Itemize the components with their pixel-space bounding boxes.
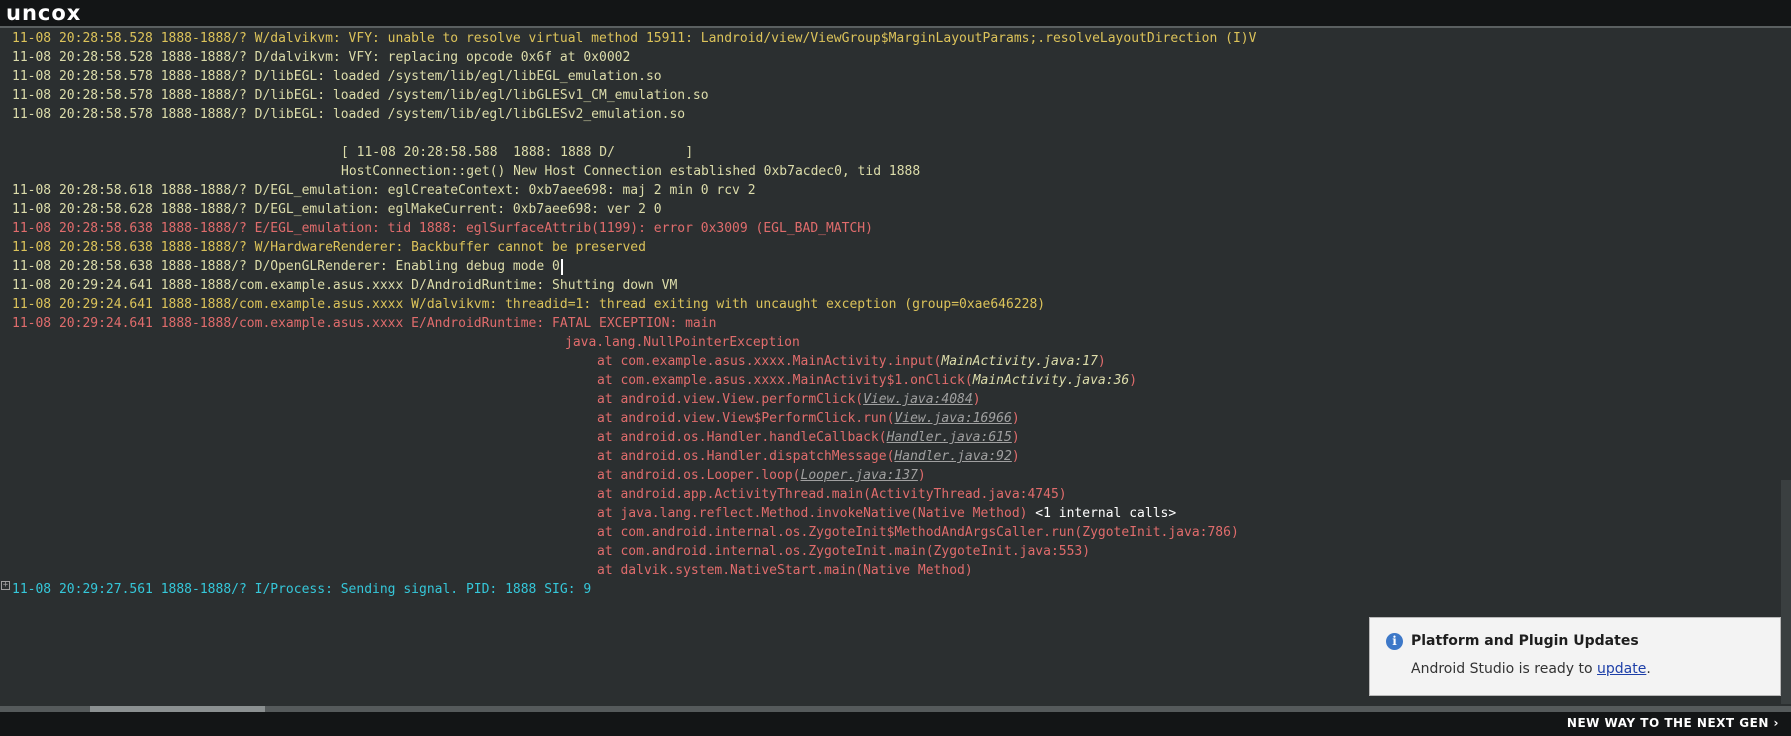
notification-body: Android Studio is ready to update.: [1411, 661, 1651, 677]
log-line: 11-08 20:29:27.561 1888-1888/? I/Process…: [12, 582, 592, 597]
source-link[interactable]: View.java:4084: [863, 392, 973, 407]
source-link[interactable]: Handler.java:92: [894, 449, 1011, 464]
vertical-scrollbar[interactable]: [1781, 480, 1791, 704]
update-link[interactable]: update: [1597, 661, 1646, 677]
internal-calls-fold[interactable]: <1 internal calls>: [1027, 506, 1176, 521]
source-link[interactable]: MainActivity.java:17: [941, 354, 1098, 369]
text-cursor: [560, 258, 563, 275]
log-line: 11-08 20:28:58.578 1888-1888/? D/libEGL:…: [12, 107, 686, 122]
logcat-output[interactable]: 11-08 20:28:58.528 1888-1888/? W/dalvikv…: [0, 28, 1791, 704]
log-line-text: 11-08 20:28:58.638 1888-1888/? D/OpenGLR…: [12, 259, 560, 274]
source-link[interactable]: MainActivity.java:36: [973, 373, 1130, 388]
expand-fold-icon[interactable]: +: [1, 581, 10, 590]
bottom-bar: NEW WAY TO THE NEXT GEN ›: [0, 712, 1791, 736]
tagline: NEW WAY TO THE NEXT GEN ›: [1566, 716, 1779, 730]
update-notification[interactable]: i Platform and Plugin Updates Android St…: [1369, 617, 1781, 696]
info-icon: i: [1386, 633, 1403, 650]
top-bar: uncox: [0, 0, 1791, 28]
source-link[interactable]: View.java:16966: [894, 411, 1011, 426]
notification-title: Platform and Plugin Updates: [1411, 633, 1639, 649]
source-link[interactable]: Handler.java:615: [887, 430, 1012, 445]
source-link[interactable]: Looper.java:137: [801, 468, 918, 483]
stack-frame: at dalvik.system.NativeStart.main(Native…: [597, 563, 973, 578]
brand-logo: uncox: [6, 1, 82, 25]
